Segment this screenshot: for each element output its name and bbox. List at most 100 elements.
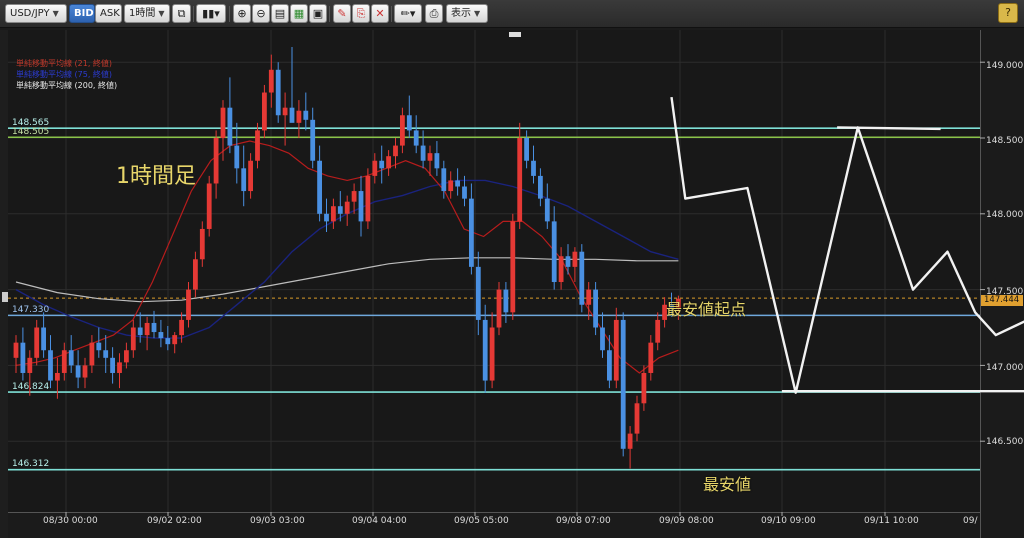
- low-annotation: 最安値: [703, 475, 752, 494]
- candle-body: [20, 342, 26, 373]
- candle-body: [41, 327, 46, 351]
- candle-body: [372, 160, 378, 176]
- candle-body: [365, 175, 371, 222]
- candle-body: [68, 350, 74, 366]
- x-tick-label: 09/04 04:00: [352, 516, 407, 526]
- x-tick-label: 09/08 07:00: [556, 516, 611, 526]
- candle-body: [634, 403, 640, 434]
- candle-body: [89, 342, 95, 366]
- x-tick-label: 09/02 02:00: [147, 516, 202, 526]
- candle-body: [393, 145, 398, 157]
- candle-body: [96, 342, 102, 351]
- y-tick-label: 146.500: [986, 437, 1024, 447]
- candle-body: [117, 362, 122, 373]
- candle-body: [579, 251, 585, 305]
- candle-body: [434, 153, 440, 169]
- candle-body: [565, 256, 571, 267]
- candle-body: [75, 365, 81, 378]
- trend-line: [837, 126, 941, 131]
- level-label: 146.312: [12, 459, 50, 469]
- candle-body: [172, 335, 178, 345]
- candle-body: [213, 138, 219, 184]
- candle-body: [648, 342, 654, 373]
- candle-body: [469, 198, 474, 267]
- candle-body: [82, 365, 88, 378]
- candle-body: [268, 69, 274, 93]
- candle-body: [324, 213, 329, 222]
- candle-body: [551, 221, 557, 283]
- candle-body: [296, 110, 302, 123]
- candle-body: [544, 198, 550, 222]
- candle-body: [248, 160, 253, 192]
- candle-body: [448, 180, 454, 192]
- low-start-annotation: 最安値起点: [666, 300, 747, 319]
- candle-body: [413, 130, 419, 146]
- candle-body: [48, 350, 53, 381]
- candle-body: [607, 350, 612, 381]
- x-tick-label: 09/11 10:00: [864, 516, 919, 526]
- candle-body: [303, 110, 309, 120]
- candle-body: [386, 156, 391, 169]
- candle-body: [137, 327, 143, 336]
- candle-body: [344, 201, 350, 214]
- candle-body: [27, 357, 33, 373]
- candle-body: [641, 372, 647, 404]
- candle-body: [510, 221, 516, 313]
- ma200-line: [15, 257, 679, 303]
- level-label: 148.505: [12, 127, 50, 137]
- candle-body: [379, 160, 385, 169]
- candle-body: [496, 289, 502, 328]
- candlestick-chart: [8, 30, 1024, 516]
- candle-body: [475, 266, 481, 320]
- level-label: 146.824: [12, 382, 50, 392]
- candle-body: [227, 107, 233, 146]
- candle-body: [13, 342, 19, 358]
- candle-body: [517, 138, 523, 222]
- candle-body: [600, 327, 605, 351]
- candle-body: [130, 327, 136, 351]
- candle-body: [34, 327, 40, 358]
- candle-body: [289, 107, 295, 123]
- candle-body: [186, 289, 191, 320]
- x-tick-label: 09/05 05:00: [454, 516, 509, 526]
- y-tick-label: 147.000: [986, 363, 1024, 373]
- candle-body: [503, 289, 509, 313]
- candle-body: [331, 206, 336, 222]
- trend-line: [670, 96, 1024, 394]
- candle-body: [620, 319, 626, 449]
- candle-body: [482, 319, 488, 381]
- candle-body: [358, 191, 364, 222]
- current-price-badge: 147.444: [981, 295, 1023, 306]
- x-tick-label: 09/10 09:00: [761, 516, 816, 526]
- y-tick-label: 149.000: [986, 61, 1024, 71]
- candle-body: [427, 153, 433, 161]
- candle-body: [538, 175, 543, 199]
- candle-body: [199, 228, 205, 260]
- candle-body: [262, 92, 267, 131]
- candle-body: [455, 180, 460, 187]
- x-tick-label: 09/03 03:00: [250, 516, 305, 526]
- x-tick-label: 09/: [963, 516, 978, 526]
- candle-body: [61, 350, 67, 373]
- candle-body: [282, 107, 288, 116]
- candle-body: [337, 206, 343, 214]
- candle-body: [406, 115, 412, 131]
- candle-body: [441, 168, 447, 192]
- candle-body: [420, 145, 426, 161]
- legend-ma75: 単純移動平均線 (75, 終値): [16, 70, 113, 79]
- candle-body: [400, 115, 405, 146]
- candle-body: [151, 322, 157, 333]
- candle-body: [655, 319, 661, 343]
- candle-body: [351, 191, 357, 202]
- candle-body: [124, 350, 129, 363]
- legend-ma21: 単純移動平均線 (21, 終値): [16, 59, 113, 68]
- candle-body: [462, 186, 467, 199]
- x-tick-label: 09/09 08:00: [659, 516, 714, 526]
- candle-body: [593, 289, 598, 328]
- x-tick-label: 08/30 00:00: [43, 516, 98, 526]
- candle-body: [255, 130, 260, 161]
- candle-body: [558, 256, 564, 283]
- candle-body: [241, 168, 247, 192]
- candle-body: [627, 433, 633, 449]
- candle-body: [317, 160, 322, 214]
